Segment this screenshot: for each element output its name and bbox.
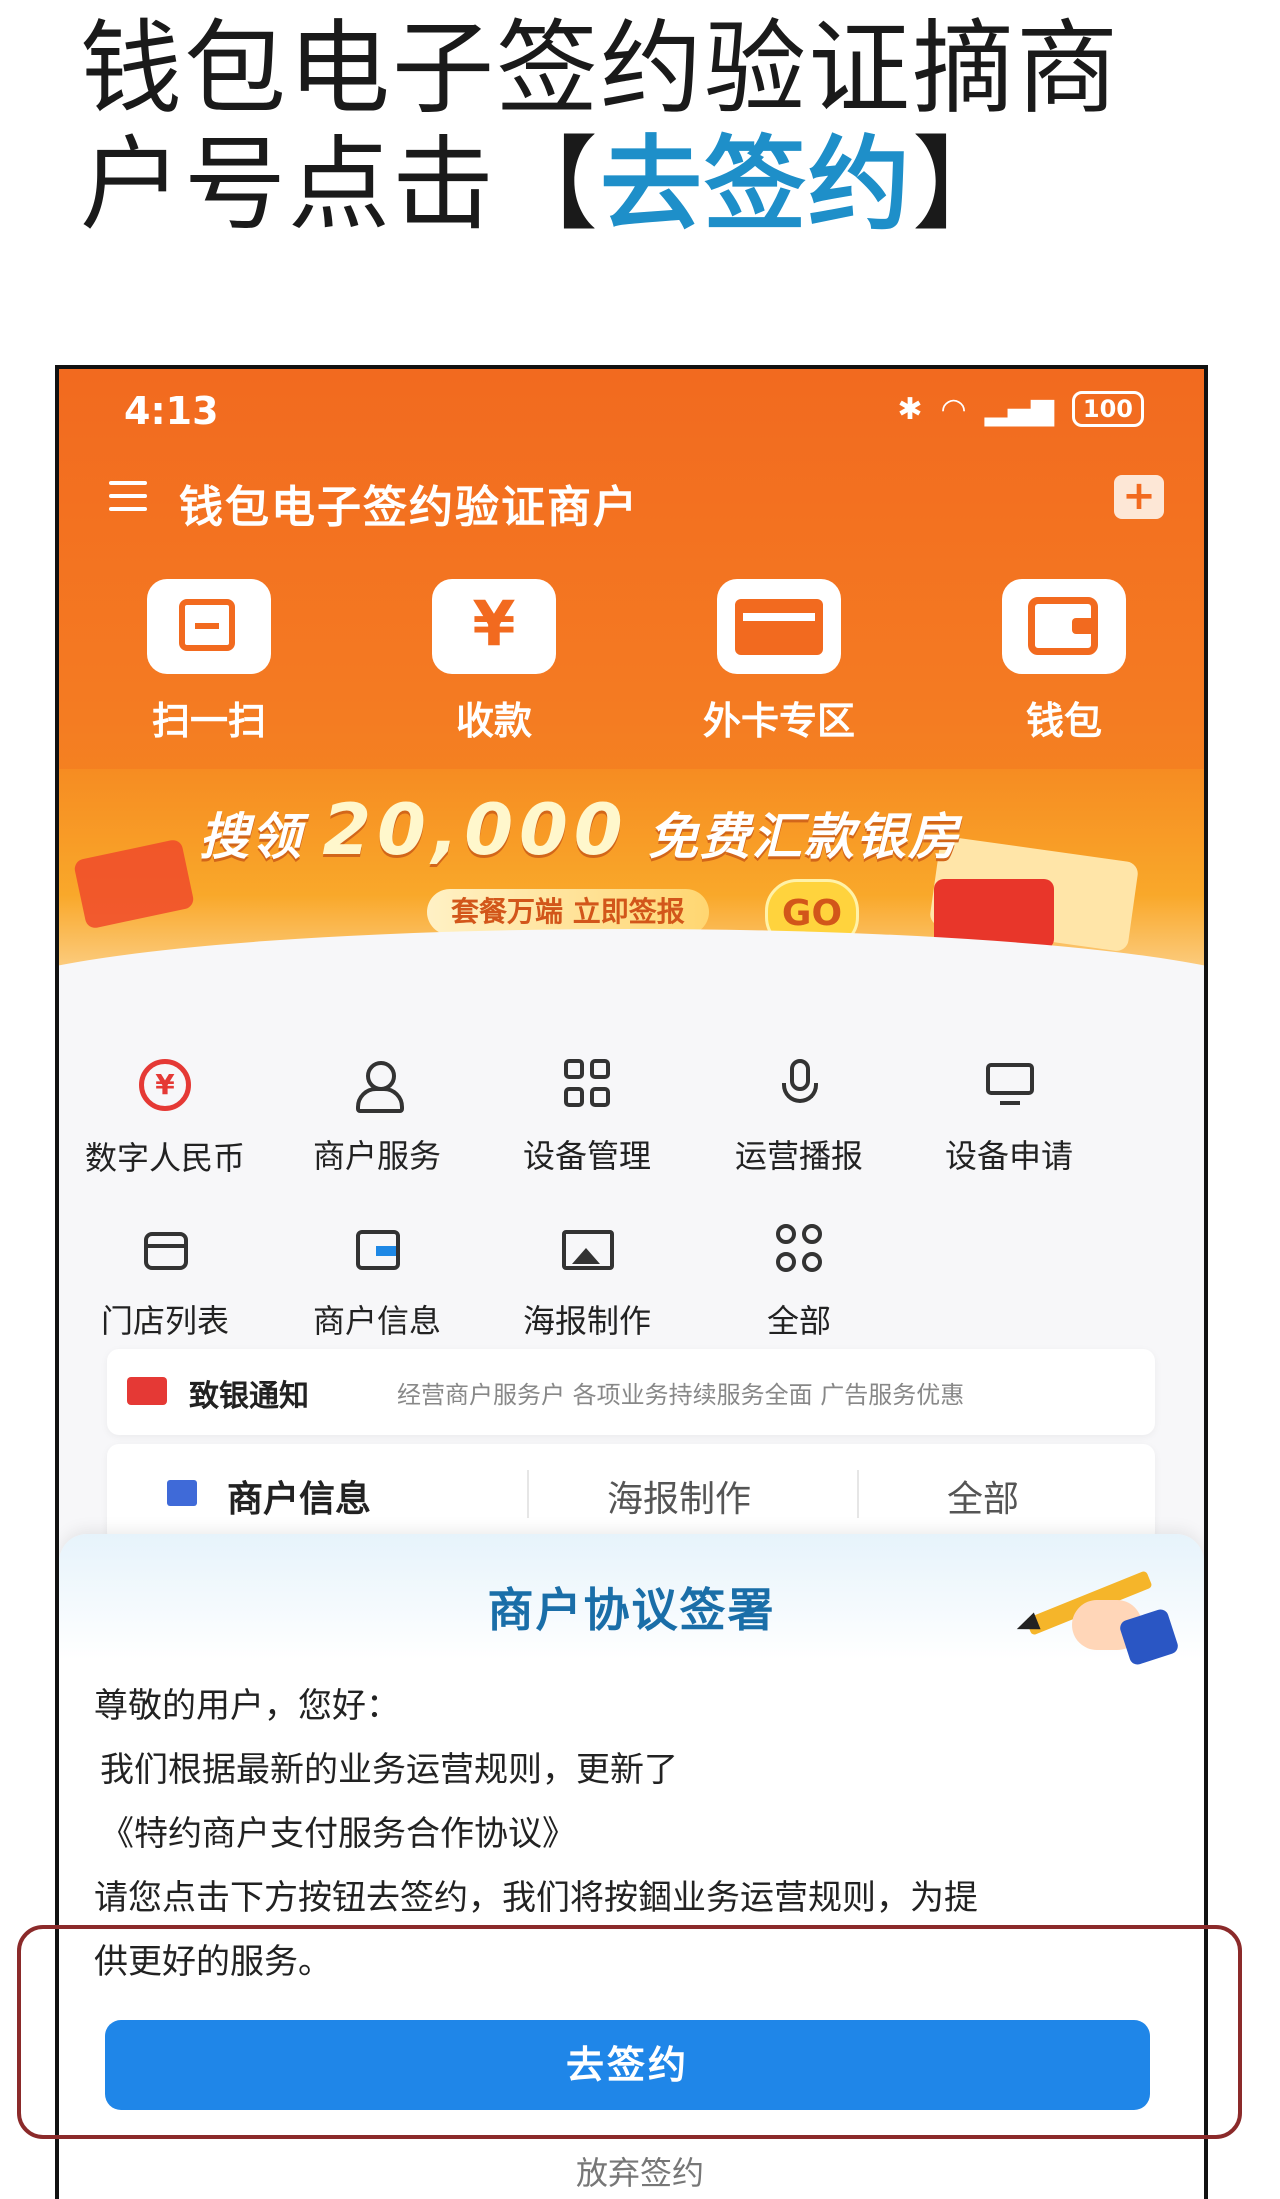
sheet-line: 请您点击下方按钮去签约，我们将按錮业务运营规则，为提 (94, 1878, 978, 1918)
header-hero: 4:13 ✱ ◠ ▂▄▆ 100 钱包电子签约验证商户 + 扫一扫 ¥ 收款 外… (59, 369, 1204, 979)
tab-all[interactable]: 全部 (947, 1470, 1019, 1522)
banner-decoration (72, 838, 196, 930)
service-all[interactable]: 全部 (699, 1224, 899, 1342)
card-icon (717, 579, 841, 674)
battery-icon: 100 (1071, 391, 1144, 427)
tab-divider (857, 1470, 859, 1518)
microphone-icon (774, 1059, 824, 1109)
notice-text: 经营商户服务户 各项业务持续服务全面 广告服务优惠 (397, 1381, 965, 1409)
notice-bar[interactable]: 致银通知 经营商户服务户 各项业务持续服务全面 广告服务优惠 (107, 1349, 1155, 1435)
tab-poster-making[interactable]: 海报制作 (607, 1470, 751, 1522)
caption-line-2-prefix: 户号点击【 (80, 126, 600, 245)
notice-icon (127, 1377, 167, 1405)
caption-line-2-suffix: 】 (912, 126, 1016, 245)
quick-action-scan[interactable]: 扫一扫 (119, 579, 299, 745)
signal-icon: ▂▄▆ (984, 391, 1054, 427)
tab-bar: 商户信息 海报制作 全部 (107, 1444, 1155, 1544)
banner-headline: 搜领 20,000 免费汇款银房 (199, 789, 960, 871)
agreement-link[interactable]: 《特约商户支付服务合作协议》 (94, 1802, 1174, 1866)
app-title: 钱包电子签约验证商户 (179, 482, 639, 533)
tab-merchant-info[interactable]: 商户信息 (227, 1470, 371, 1522)
service-store-list[interactable]: 门店列表 (65, 1224, 265, 1342)
caption-highlight: 去签约 (600, 126, 912, 245)
sheet-greeting: 尊敬的用户，您好： (94, 1686, 400, 1726)
service-device-management[interactable]: 设备管理 (487, 1059, 687, 1177)
image-icon (562, 1224, 614, 1274)
service-digital-rmb[interactable]: 数字人民币 (65, 1059, 265, 1179)
app-bar: 钱包电子签约验证商户 + (59, 469, 1204, 533)
id-card-icon (352, 1224, 402, 1274)
sheet-line: 我们根据最新的业务运营规则，更新了 (100, 1750, 678, 1790)
grid-icon (564, 1059, 610, 1109)
page-caption: 钱包电子签约验证摘商 户号点击【去签约】 (80, 12, 1230, 244)
all-grid-icon (776, 1224, 822, 1274)
service-merchant-service[interactable]: 商户服务 (277, 1059, 477, 1177)
quick-action-label: 外卡专区 (702, 699, 855, 743)
wifi-icon: ◠ (940, 391, 967, 427)
quick-action-label: 扫一扫 (151, 699, 266, 743)
bluetooth-icon: ✱ (897, 391, 923, 427)
status-time: 4:13 (124, 389, 219, 433)
quick-action-label: 钱包 (1025, 699, 1102, 743)
notice-title: 致银通知 (189, 1379, 309, 1414)
service-poster-making[interactable]: 海报制作 (487, 1224, 687, 1342)
scan-icon (147, 579, 271, 674)
banner-subtext: 套餐万端 立即签报 (427, 889, 709, 935)
user-icon (352, 1059, 404, 1113)
sign-button[interactable]: 去签约 (105, 2020, 1150, 2110)
menu-icon[interactable] (109, 481, 147, 511)
digital-rmb-icon (139, 1059, 191, 1111)
phone-screenshot: 4:13 ✱ ◠ ▂▄▆ 100 钱包电子签约验证商户 + 扫一扫 ¥ 收款 外… (55, 365, 1208, 2199)
quick-action-wallet[interactable]: 钱包 (974, 579, 1154, 745)
status-icons: ✱ ◠ ▂▄▆ 100 (897, 391, 1144, 427)
caption-line-1: 钱包电子签约验证摘商 (80, 10, 1120, 129)
monitor-icon (984, 1059, 1034, 1109)
add-button[interactable]: + (1114, 475, 1164, 519)
tab-divider (527, 1470, 529, 1518)
signing-pencil-icon (1013, 1554, 1180, 1667)
status-bar: 4:13 ✱ ◠ ▂▄▆ 100 (59, 389, 1204, 439)
yen-icon: ¥ (432, 579, 556, 674)
abandon-sign-link[interactable]: 放弃签约 (0, 2148, 1280, 2194)
wallet-icon (1002, 579, 1126, 674)
caption-line-2: 户号点击【去签约】 (80, 128, 1230, 244)
service-merchant-info[interactable]: 商户信息 (277, 1224, 477, 1342)
store-icon (140, 1224, 190, 1274)
banner-amount: 20,000 (322, 789, 629, 871)
merchant-info-icon (167, 1480, 197, 1506)
quick-action-foreign-card[interactable]: 外卡专区 (689, 579, 869, 745)
quick-action-receive[interactable]: ¥ 收款 (404, 579, 584, 745)
quick-action-label: 收款 (455, 699, 532, 743)
service-device-application[interactable]: 设备申请 (909, 1059, 1109, 1177)
service-operations-broadcast[interactable]: 运营播报 (699, 1059, 899, 1177)
